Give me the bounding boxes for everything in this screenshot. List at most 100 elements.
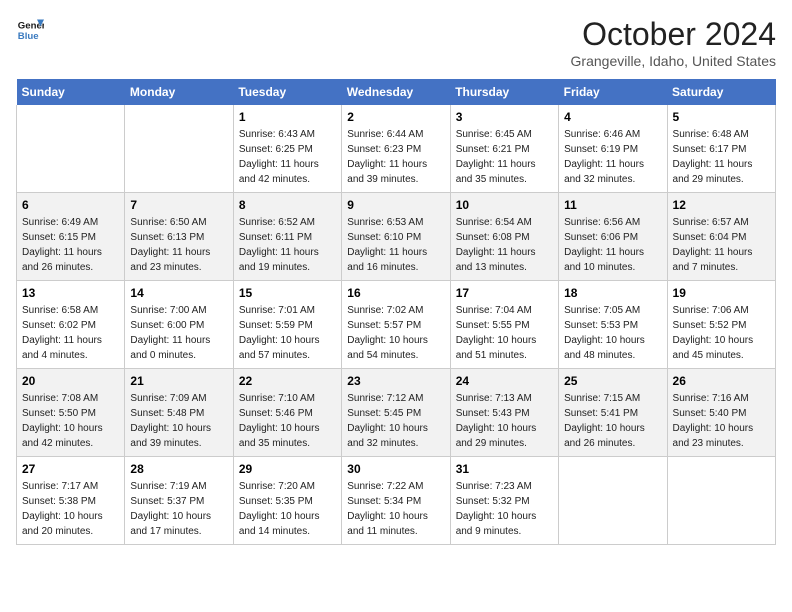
calendar-cell: 1 Sunrise: 6:43 AM Sunset: 6:25 PM Daylig… xyxy=(233,105,341,193)
day-number: 26 xyxy=(673,374,770,388)
day-info: Sunrise: 7:16 AM Sunset: 5:40 PM Dayligh… xyxy=(673,391,770,451)
day-info: Sunrise: 6:52 AM Sunset: 6:11 PM Dayligh… xyxy=(239,215,336,275)
day-number: 1 xyxy=(239,110,336,124)
day-info: Sunrise: 6:44 AM Sunset: 6:23 PM Dayligh… xyxy=(347,127,444,187)
day-number: 25 xyxy=(564,374,661,388)
day-info: Sunrise: 6:56 AM Sunset: 6:06 PM Dayligh… xyxy=(564,215,661,275)
day-info: Sunrise: 7:02 AM Sunset: 5:57 PM Dayligh… xyxy=(347,303,444,363)
calendar-week-row: 1 Sunrise: 6:43 AM Sunset: 6:25 PM Daylig… xyxy=(17,105,776,193)
weekday-header-friday: Friday xyxy=(559,79,667,105)
day-number: 27 xyxy=(22,462,119,476)
calendar-week-row: 20 Sunrise: 7:08 AM Sunset: 5:50 PM Dayli… xyxy=(17,369,776,457)
calendar-cell: 30Sunrise: 7:22 AM Sunset: 5:34 PM Dayli… xyxy=(342,457,450,545)
day-info: Sunrise: 6:50 AM Sunset: 6:13 PM Dayligh… xyxy=(130,215,227,275)
weekday-header-thursday: Thursday xyxy=(450,79,558,105)
calendar-cell: 12 Sunrise: 6:57 AM Sunset: 6:04 PM Dayli… xyxy=(667,193,775,281)
location-label: Grangeville, Idaho, United States xyxy=(571,53,776,69)
month-title: October 2024 xyxy=(571,16,776,53)
day-number: 19 xyxy=(673,286,770,300)
day-info: Sunrise: 6:45 AM Sunset: 6:21 PM Dayligh… xyxy=(456,127,553,187)
svg-text:Blue: Blue xyxy=(18,31,39,42)
logo-icon: General Blue xyxy=(16,16,44,44)
weekday-header-monday: Monday xyxy=(125,79,233,105)
day-info: Sunrise: 6:49 AM Sunset: 6:15 PM Dayligh… xyxy=(22,215,119,275)
day-number: 4 xyxy=(564,110,661,124)
day-number: 20 xyxy=(22,374,119,388)
day-number: 17 xyxy=(456,286,553,300)
calendar-cell: 14 Sunrise: 7:00 AM Sunset: 6:00 PM Dayli… xyxy=(125,281,233,369)
day-number: 11 xyxy=(564,198,661,212)
day-number: 2 xyxy=(347,110,444,124)
day-info: Sunrise: 6:46 AM Sunset: 6:19 PM Dayligh… xyxy=(564,127,661,187)
calendar-cell: 23 Sunrise: 7:12 AM Sunset: 5:45 PM Dayli… xyxy=(342,369,450,457)
day-number: 12 xyxy=(673,198,770,212)
calendar-cell: 22Sunrise: 7:10 AM Sunset: 5:46 PM Dayli… xyxy=(233,369,341,457)
calendar-cell: 3 Sunrise: 6:45 AM Sunset: 6:21 PM Daylig… xyxy=(450,105,558,193)
calendar-cell xyxy=(125,105,233,193)
calendar-week-row: 6Sunrise: 6:49 AM Sunset: 6:15 PM Daylig… xyxy=(17,193,776,281)
calendar-cell: 13Sunrise: 6:58 AM Sunset: 6:02 PM Dayli… xyxy=(17,281,125,369)
weekday-header-row: SundayMondayTuesdayWednesdayThursdayFrid… xyxy=(17,79,776,105)
calendar-cell: 18 Sunrise: 7:05 AM Sunset: 5:53 PM Dayli… xyxy=(559,281,667,369)
calendar-cell: 25 Sunrise: 7:15 AM Sunset: 5:41 PM Dayli… xyxy=(559,369,667,457)
day-info: Sunrise: 7:23 AM Sunset: 5:32 PM Dayligh… xyxy=(456,479,553,539)
day-info: Sunrise: 7:15 AM Sunset: 5:41 PM Dayligh… xyxy=(564,391,661,451)
calendar-cell: 17 Sunrise: 7:04 AM Sunset: 5:55 PM Dayli… xyxy=(450,281,558,369)
day-number: 23 xyxy=(347,374,444,388)
calendar-cell: 6Sunrise: 6:49 AM Sunset: 6:15 PM Daylig… xyxy=(17,193,125,281)
day-number: 18 xyxy=(564,286,661,300)
calendar-cell: 28Sunrise: 7:19 AM Sunset: 5:37 PM Dayli… xyxy=(125,457,233,545)
day-info: Sunrise: 6:57 AM Sunset: 6:04 PM Dayligh… xyxy=(673,215,770,275)
title-section: October 2024 Grangeville, Idaho, United … xyxy=(571,16,776,69)
weekday-header-sunday: Sunday xyxy=(17,79,125,105)
day-info: Sunrise: 6:54 AM Sunset: 6:08 PM Dayligh… xyxy=(456,215,553,275)
day-number: 5 xyxy=(673,110,770,124)
calendar-cell xyxy=(559,457,667,545)
calendar-cell xyxy=(17,105,125,193)
calendar-cell: 20 Sunrise: 7:08 AM Sunset: 5:50 PM Dayli… xyxy=(17,369,125,457)
day-info: Sunrise: 7:12 AM Sunset: 5:45 PM Dayligh… xyxy=(347,391,444,451)
day-number: 16 xyxy=(347,286,444,300)
day-number: 24 xyxy=(456,374,553,388)
day-number: 9 xyxy=(347,198,444,212)
calendar-cell: 31 Sunrise: 7:23 AM Sunset: 5:32 PM Dayli… xyxy=(450,457,558,545)
day-info: Sunrise: 7:17 AM Sunset: 5:38 PM Dayligh… xyxy=(22,479,119,539)
day-number: 7 xyxy=(130,198,227,212)
calendar-week-row: 13Sunrise: 6:58 AM Sunset: 6:02 PM Dayli… xyxy=(17,281,776,369)
day-info: Sunrise: 7:04 AM Sunset: 5:55 PM Dayligh… xyxy=(456,303,553,363)
day-number: 28 xyxy=(130,462,227,476)
day-info: Sunrise: 7:10 AM Sunset: 5:46 PM Dayligh… xyxy=(239,391,336,451)
calendar-cell: 15Sunrise: 7:01 AM Sunset: 5:59 PM Dayli… xyxy=(233,281,341,369)
day-info: Sunrise: 6:48 AM Sunset: 6:17 PM Dayligh… xyxy=(673,127,770,187)
page-header: General Blue October 2024 Grangeville, I… xyxy=(16,16,776,69)
day-info: Sunrise: 7:09 AM Sunset: 5:48 PM Dayligh… xyxy=(130,391,227,451)
day-info: Sunrise: 7:20 AM Sunset: 5:35 PM Dayligh… xyxy=(239,479,336,539)
day-info: Sunrise: 6:53 AM Sunset: 6:10 PM Dayligh… xyxy=(347,215,444,275)
day-info: Sunrise: 6:43 AM Sunset: 6:25 PM Dayligh… xyxy=(239,127,336,187)
day-number: 21 xyxy=(130,374,227,388)
calendar-cell: 8Sunrise: 6:52 AM Sunset: 6:11 PM Daylig… xyxy=(233,193,341,281)
calendar-cell: 9 Sunrise: 6:53 AM Sunset: 6:10 PM Daylig… xyxy=(342,193,450,281)
calendar-cell: 2 Sunrise: 6:44 AM Sunset: 6:23 PM Daylig… xyxy=(342,105,450,193)
calendar-cell xyxy=(667,457,775,545)
day-number: 13 xyxy=(22,286,119,300)
calendar-cell: 11 Sunrise: 6:56 AM Sunset: 6:06 PM Dayli… xyxy=(559,193,667,281)
calendar-week-row: 27 Sunrise: 7:17 AM Sunset: 5:38 PM Dayli… xyxy=(17,457,776,545)
day-number: 30 xyxy=(347,462,444,476)
day-number: 29 xyxy=(239,462,336,476)
weekday-header-wednesday: Wednesday xyxy=(342,79,450,105)
calendar-cell: 5 Sunrise: 6:48 AM Sunset: 6:17 PM Daylig… xyxy=(667,105,775,193)
day-number: 31 xyxy=(456,462,553,476)
weekday-header-tuesday: Tuesday xyxy=(233,79,341,105)
day-info: Sunrise: 7:06 AM Sunset: 5:52 PM Dayligh… xyxy=(673,303,770,363)
calendar-cell: 27 Sunrise: 7:17 AM Sunset: 5:38 PM Dayli… xyxy=(17,457,125,545)
day-info: Sunrise: 7:08 AM Sunset: 5:50 PM Dayligh… xyxy=(22,391,119,451)
day-info: Sunrise: 7:05 AM Sunset: 5:53 PM Dayligh… xyxy=(564,303,661,363)
day-number: 10 xyxy=(456,198,553,212)
calendar-cell: 4 Sunrise: 6:46 AM Sunset: 6:19 PM Daylig… xyxy=(559,105,667,193)
day-number: 14 xyxy=(130,286,227,300)
day-info: Sunrise: 7:00 AM Sunset: 6:00 PM Dayligh… xyxy=(130,303,227,363)
weekday-header-saturday: Saturday xyxy=(667,79,775,105)
day-number: 3 xyxy=(456,110,553,124)
logo: General Blue xyxy=(16,16,44,44)
